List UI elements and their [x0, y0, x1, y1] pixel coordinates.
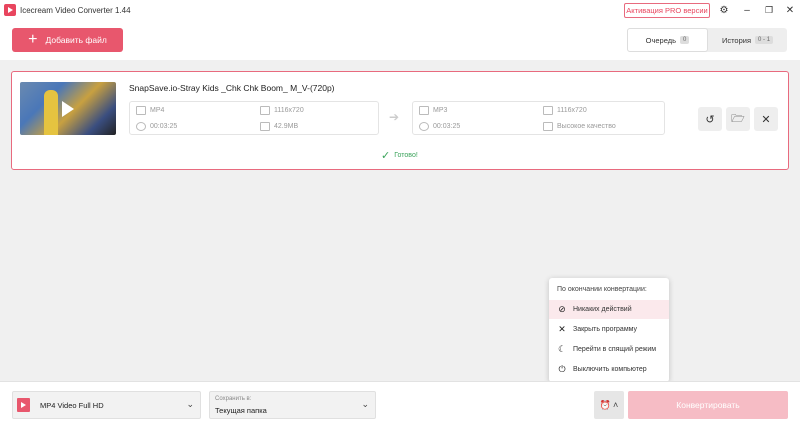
app-title: Icecream Video Converter 1.44 — [20, 5, 131, 15]
video-format-icon — [17, 398, 30, 412]
alarm-clock-icon: ⏰ — [599, 399, 611, 410]
file-card: SnapSave.io-Stray Kids _Chk Chk Boom_ M_… — [11, 71, 789, 170]
tab-queue-count: 0 — [680, 36, 690, 44]
tab-history[interactable]: История 0 - 1 — [708, 28, 787, 52]
after-conversion-menu: По окончании конвертации: ⊘ Никаких дейс… — [549, 278, 669, 382]
format-select[interactable]: MP4 Video Full HD ⌄ — [12, 391, 201, 419]
queue-area: SnapSave.io-Stray Kids _Chk Chk Boom_ M_… — [0, 60, 800, 380]
no-action-icon: ⊘ — [558, 304, 566, 314]
menu-item-no-action[interactable]: ⊘ Никаких действий — [549, 300, 669, 319]
save-location-value: Текущая папка — [215, 406, 267, 415]
undo-icon: ↺ — [705, 113, 715, 126]
tab-queue[interactable]: Очередь 0 — [627, 28, 708, 52]
plus-icon: + — [28, 31, 38, 48]
add-file-label: Добавить файл — [45, 35, 107, 45]
close-window-button[interactable]: ✕ — [783, 3, 797, 17]
menu-title: По окончании конвертации: — [557, 286, 647, 293]
reset-button[interactable]: ↺ — [698, 107, 722, 131]
clock-icon — [136, 122, 146, 131]
tab-history-label: История — [721, 35, 752, 45]
audio-file-icon — [419, 106, 429, 115]
tab-history-count: 0 - 1 — [755, 36, 774, 44]
pro-activation-button[interactable]: Активация PRO версии — [624, 3, 710, 18]
header: + Добавить файл Очередь 0 История 0 - 1 — [0, 20, 800, 60]
source-format: MP4 — [136, 106, 164, 115]
file-name: SnapSave.io-Stray Kids _Chk Chk Boom_ M_… — [129, 83, 335, 93]
target-resolution: 1116x720 — [543, 106, 587, 115]
clock-icon — [419, 122, 429, 131]
source-duration: 00:03:25 — [136, 122, 177, 131]
title-bar: Icecream Video Converter 1.44 Активация … — [0, 0, 800, 20]
close-icon: ✕ — [558, 324, 566, 334]
target-info-box[interactable]: MP3 1116x720 00:03:25 Высокое качество — [412, 101, 665, 135]
check-icon: ✓ — [381, 150, 391, 162]
chevron-down-icon: ⌄ — [186, 399, 194, 409]
format-value: MP4 Video Full HD — [40, 400, 104, 410]
folder-icon — [260, 122, 270, 131]
chevron-up-icon: ˄ — [612, 400, 619, 410]
remove-file-button[interactable]: ✕ — [754, 107, 778, 131]
status-label: Готово! — [394, 152, 418, 159]
tab-bar: Очередь 0 История 0 - 1 — [627, 28, 787, 52]
menu-item-shutdown[interactable]: ⏻ Выключить компьютер — [549, 360, 669, 379]
monitor-icon — [543, 106, 553, 115]
play-icon — [62, 101, 74, 117]
bottom-bar: MP4 Video Full HD ⌄ Сохранить в: Текущая… — [0, 381, 800, 425]
power-icon: ⏻ — [558, 364, 566, 374]
gear-icon[interactable]: ⚙ — [717, 3, 731, 17]
menu-item-sleep[interactable]: ☾ Перейти в спящий режим — [549, 340, 669, 359]
save-location-label: Сохранить в: — [215, 396, 252, 402]
film-icon — [136, 106, 146, 115]
target-quality: Высокое качество — [543, 122, 616, 131]
folder-open-icon: 🗁 — [731, 112, 745, 125]
source-info-box: MP4 1116x720 00:03:25 42.9MB — [129, 101, 379, 135]
menu-item-close-app[interactable]: ✕ Закрыть программу — [549, 320, 669, 339]
target-format: MP3 — [419, 106, 447, 115]
source-size: 42.9MB — [260, 122, 298, 131]
chevron-down-icon: ⌄ — [361, 399, 369, 409]
monitor-icon — [260, 106, 270, 115]
arrow-right-icon: ➔ — [389, 110, 400, 124]
source-resolution: 1116x720 — [260, 106, 304, 115]
target-duration: 00:03:25 — [419, 122, 460, 131]
folder-icon — [543, 122, 553, 131]
add-file-button[interactable]: + Добавить файл — [12, 28, 123, 52]
status-done: ✓ Готово! — [381, 149, 418, 162]
after-conversion-button[interactable]: ⏰ ˄ — [594, 391, 624, 419]
minimize-button[interactable]: – — [740, 3, 754, 17]
video-thumbnail[interactable] — [20, 82, 116, 135]
close-icon: ✕ — [761, 113, 771, 126]
app-logo-icon — [4, 4, 16, 16]
convert-button[interactable]: Конвертировать — [628, 391, 788, 419]
save-location-select[interactable]: Сохранить в: Текущая папка ⌄ — [209, 391, 376, 419]
open-folder-button[interactable]: 🗁 — [726, 107, 750, 131]
restore-button[interactable]: ❐ — [762, 3, 776, 17]
tab-queue-label: Очередь — [645, 35, 677, 45]
moon-icon: ☾ — [557, 344, 567, 354]
